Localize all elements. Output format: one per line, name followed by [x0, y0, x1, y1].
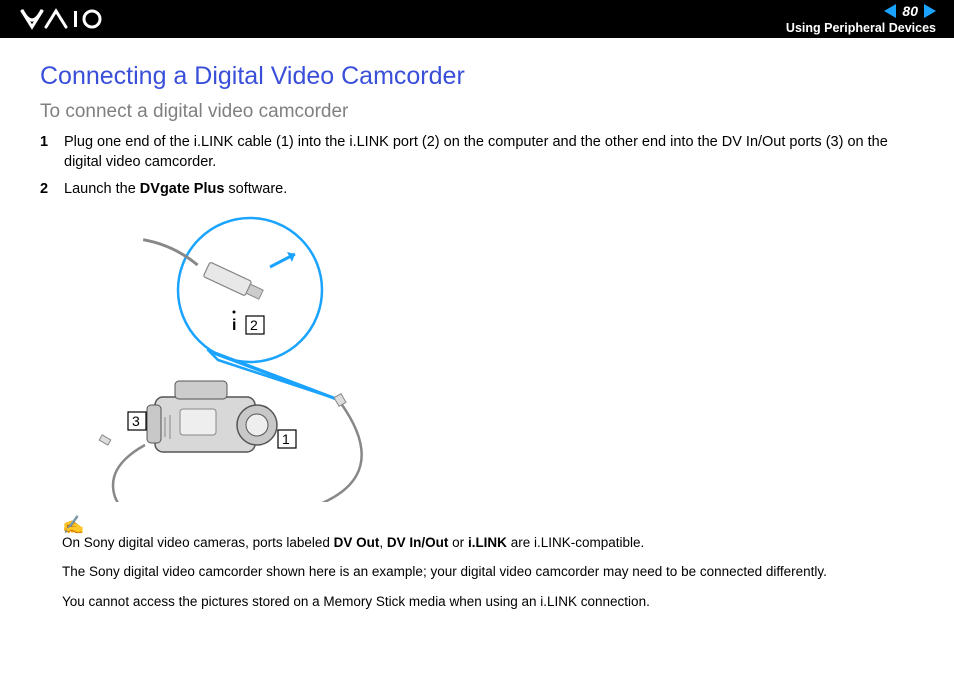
note-line: The Sony digital video camcorder shown h… [62, 563, 914, 581]
note-line: You cannot access the pictures stored on… [62, 593, 914, 611]
note-icon: ✍ [62, 515, 914, 536]
svg-text:i: i [232, 317, 236, 334]
next-page-arrow[interactable] [924, 4, 936, 18]
diagram-label-2: 2 [250, 317, 258, 333]
note-line: On Sony digital video cameras, ports lab… [62, 534, 914, 552]
step-number: 2 [40, 180, 64, 200]
step-text: Launch the DVgate Plus software. [64, 180, 914, 200]
header-bar: 80 Using Peripheral Devices [0, 0, 954, 38]
page-number: 80 [902, 3, 918, 19]
connection-diagram: i 2 3 1 [60, 212, 914, 507]
diagram-label-1: 1 [282, 431, 290, 447]
step-text: Plug one end of the i.LINK cable (1) int… [64, 133, 914, 172]
step-number: 1 [40, 133, 64, 172]
breadcrumb[interactable]: Using Peripheral Devices [786, 21, 936, 35]
page-title: Connecting a Digital Video Camcorder [40, 62, 914, 91]
step-item: 1 Plug one end of the i.LINK cable (1) i… [40, 133, 914, 172]
steps-list: 1 Plug one end of the i.LINK cable (1) i… [40, 133, 914, 200]
notes-section: On Sony digital video cameras, ports lab… [62, 534, 914, 611]
page-content: Connecting a Digital Video Camcorder To … [0, 38, 954, 610]
prev-page-arrow[interactable] [884, 4, 896, 18]
vaio-logo [20, 8, 130, 30]
page-subtitle: To connect a digital video camcorder [40, 101, 914, 123]
diagram-label-3: 3 [132, 413, 140, 429]
step-item: 2 Launch the DVgate Plus software. [40, 180, 914, 200]
